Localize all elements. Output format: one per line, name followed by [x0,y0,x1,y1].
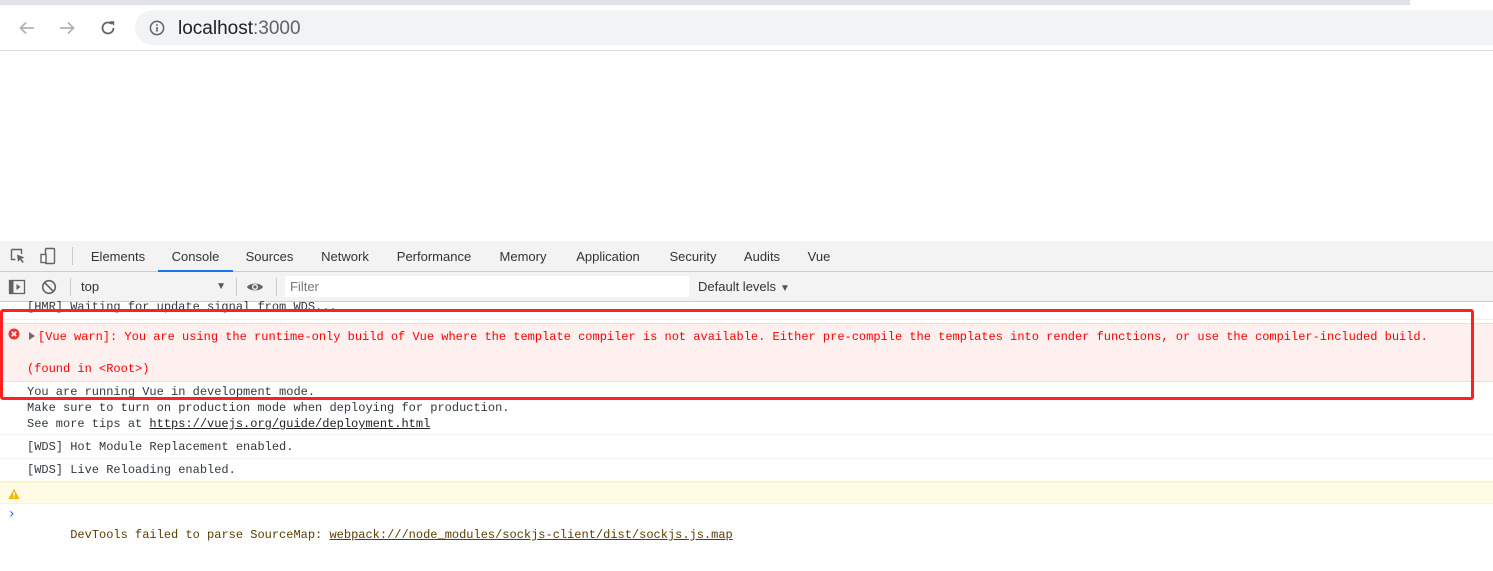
context-value: top [81,279,100,294]
console-message-warning: DevTools failed to parse SourceMap: webp… [0,482,1493,542]
eye-icon[interactable] [246,278,264,296]
tab-network[interactable]: Network [307,241,383,271]
browser-toolbar: localhost:3000 [0,5,1493,50]
dropdown-arrow-icon: ▼ [216,281,226,292]
inspect-element-icon[interactable] [9,247,27,265]
device-toolbar-icon[interactable] [39,247,57,265]
log-levels-dropdown[interactable]: Default levels ▼ [698,276,790,297]
tab-security[interactable]: Security [658,241,728,271]
clear-console-icon[interactable] [40,278,58,296]
show-sidebar-icon[interactable] [8,278,26,296]
tab-console[interactable]: Console [158,241,233,272]
tab-elements[interactable]: Elements [80,241,156,271]
log-line: Make sure to turn on production mode whe… [27,401,510,415]
tabbar-separator [72,247,73,265]
devtools-tabbar: Elements Console Sources Network Perform… [0,241,1493,272]
arrow-left-icon [19,21,34,35]
forward-button[interactable] [54,15,80,41]
console-message-log: [WDS] Hot Module Replacement enabled. [0,436,1493,459]
console-filterbar: top ▼ Default levels▼ [0,272,1493,302]
reload-icon [101,21,115,35]
console-message-log: You are running Vue in development mode.… [0,383,1493,435]
console-prompt[interactable]: › [9,506,15,522]
back-button[interactable] [14,15,40,41]
warning-text: DevTools failed to parse SourceMap: [70,528,330,542]
url-host: localhost [178,18,253,39]
console-message-log: [HMR] Waiting for update signal from WDS… [0,299,1493,320]
tab-application[interactable]: Application [563,241,653,271]
url-text[interactable]: localhost:3000 [178,18,301,40]
context-selector[interactable]: top ▼ [76,276,230,298]
console-message-error[interactable]: [Vue warn]: You are using the runtime-on… [0,323,1493,382]
filterbar-separator [276,278,277,296]
console-output[interactable]: [HMR] Waiting for update signal from WDS… [0,299,1493,571]
error-icon [8,328,20,340]
tab-vue[interactable]: Vue [797,241,841,271]
dropdown-arrow-icon: ▼ [780,283,790,294]
info-circle-icon[interactable] [149,20,165,36]
reload-button[interactable] [95,15,121,41]
expand-triangle-icon[interactable] [29,332,35,340]
console-filter-input[interactable] [285,276,689,297]
error-found-in: (found in <Root>) [27,362,150,376]
tab-performance[interactable]: Performance [386,241,482,271]
arrow-right-icon [60,21,75,35]
error-text: [Vue warn]: You are using the runtime-on… [38,330,1428,344]
tab-sources[interactable]: Sources [235,241,304,271]
filterbar-separator [236,278,237,296]
url-port: :3000 [253,18,301,39]
console-message-log: [WDS] Live Reloading enabled. [0,459,1493,482]
tab-audits[interactable]: Audits [732,241,792,271]
toolbar-divider [0,50,1493,51]
log-line: You are running Vue in development mode. [27,385,316,399]
warning-icon [8,488,20,499]
deployment-docs-link[interactable]: https://vuejs.org/guide/deployment.html [149,417,430,431]
sourcemap-link[interactable]: webpack:///node_modules/sockjs-client/di… [329,528,732,542]
log-line: See more tips at [27,417,150,431]
devtools-panel: Elements Console Sources Network Perform… [0,241,1493,571]
tab-memory[interactable]: Memory [487,241,559,271]
log-levels-label: Default levels [698,279,777,294]
address-bar[interactable]: localhost:3000 [135,10,1493,45]
filterbar-separator [70,278,71,296]
